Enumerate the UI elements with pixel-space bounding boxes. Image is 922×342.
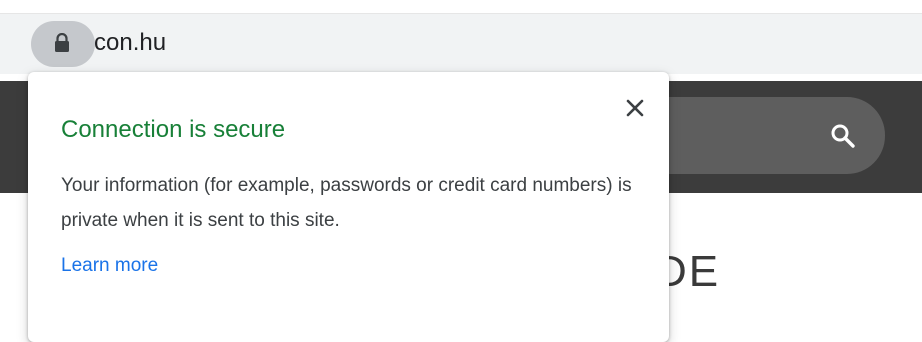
popup-title: Connection is secure <box>61 116 286 143</box>
search-icon[interactable] <box>829 122 857 150</box>
close-button[interactable] <box>615 88 655 128</box>
url-text[interactable]: con.hu <box>94 28 166 58</box>
lock-icon <box>55 33 69 52</box>
tab-strip-edge <box>0 0 922 14</box>
site-info-popup: Connection is secure Your information (f… <box>28 72 669 342</box>
popup-body: Your information (for example, passwords… <box>61 175 632 231</box>
close-icon <box>626 99 644 117</box>
learn-more-link[interactable]: Learn more <box>61 250 158 282</box>
